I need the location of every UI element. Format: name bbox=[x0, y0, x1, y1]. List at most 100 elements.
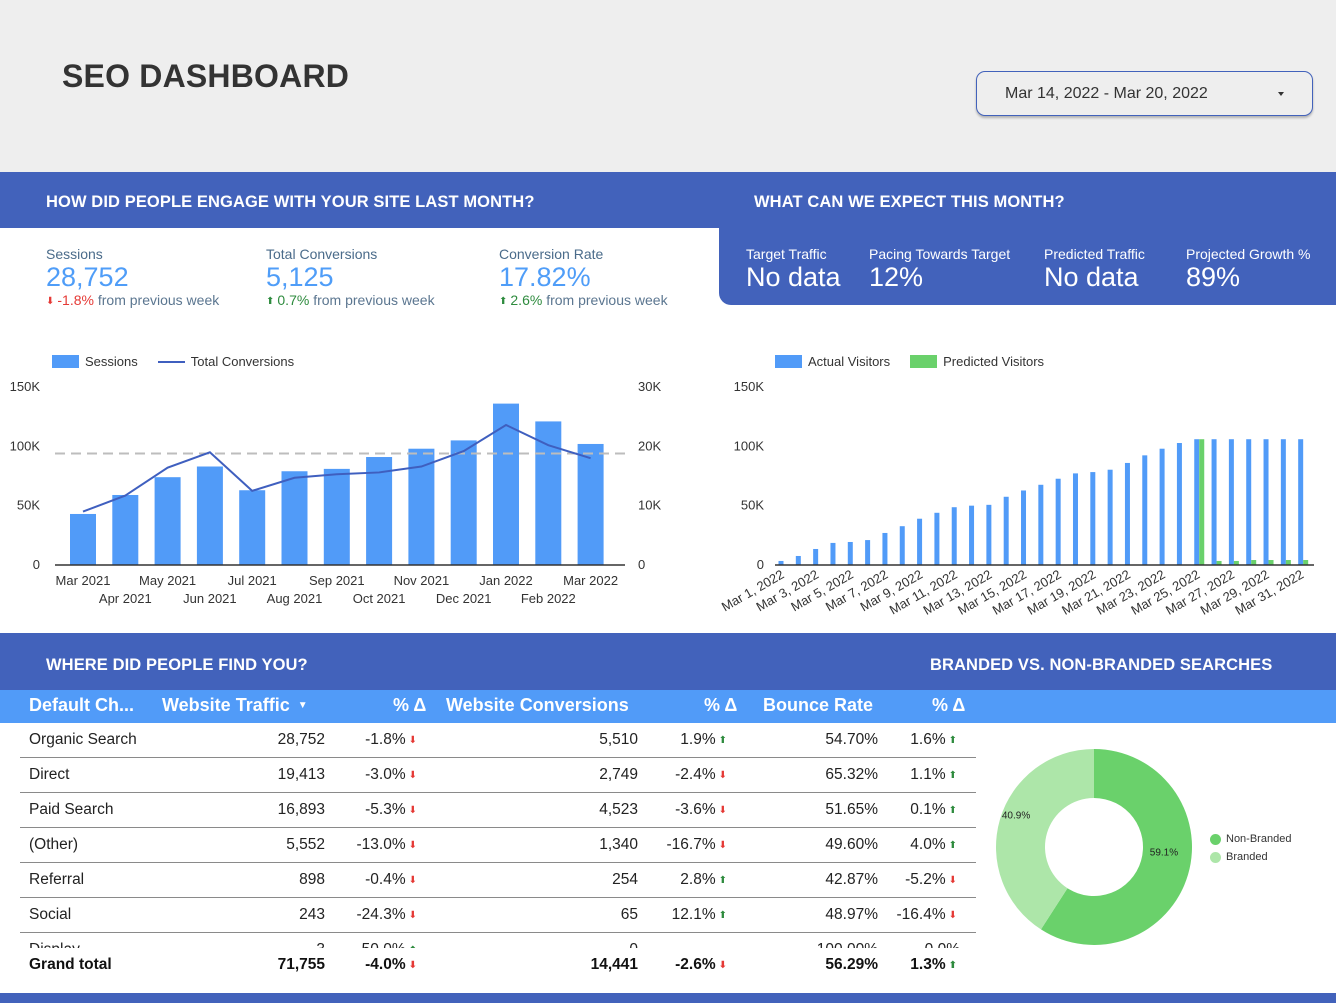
actual-visitors-bar[interactable] bbox=[917, 518, 923, 565]
kpi-target-traffic: Target Traffic No data bbox=[746, 246, 841, 292]
actual-visitors-bar[interactable] bbox=[1211, 439, 1217, 565]
actual-visitors-bar[interactable] bbox=[865, 540, 871, 565]
legend-item-branded[interactable]: Branded bbox=[1210, 848, 1291, 866]
sessions-bar[interactable] bbox=[281, 471, 308, 565]
sessions-bar[interactable] bbox=[493, 403, 519, 565]
y-tick-label: 50K bbox=[741, 498, 764, 513]
column-header-website-conversions[interactable]: Website Conversions bbox=[446, 695, 629, 716]
kpi-delta: ⬇ -1.8% from previous week bbox=[46, 292, 220, 308]
actual-visitors-bar[interactable] bbox=[813, 548, 819, 565]
actual-visitors-bar[interactable] bbox=[951, 507, 957, 565]
predicted-visitors-bar[interactable] bbox=[1199, 439, 1205, 565]
engage-section-title: HOW DID PEOPLE ENGAGE WITH YOUR SITE LAS… bbox=[46, 193, 535, 211]
engage-section-header: HOW DID PEOPLE ENGAGE WITH YOUR SITE LAS… bbox=[0, 172, 1336, 228]
sessions-bar[interactable] bbox=[196, 466, 223, 565]
actual-visitors-bar[interactable] bbox=[1107, 469, 1113, 565]
cell-bounce: 65.32% bbox=[825, 766, 878, 783]
arrow-down-icon: ⬇ bbox=[46, 296, 55, 307]
table-row[interactable]: (Other) 5,552 -13.0% ⬇ 1,340 -16.7% ⬇ 49.60% 4.0… bbox=[20, 828, 976, 863]
arrow-up-icon: ⬆ bbox=[718, 875, 727, 886]
legend-item-sessions[interactable]: Sessions bbox=[52, 354, 138, 369]
cell-traffic: 3 bbox=[185, 941, 325, 948]
sessions-bar[interactable] bbox=[450, 440, 477, 565]
arrow-down-icon: ⬇ bbox=[408, 770, 417, 781]
table-row[interactable]: Paid Search 16,893 -5.3% ⬇ 4,523 -3.6% ⬇ 51.65%… bbox=[20, 793, 976, 828]
sessions-bar[interactable] bbox=[577, 443, 604, 565]
actual-visitors-bar[interactable] bbox=[1021, 490, 1027, 565]
actual-visitors-bar[interactable] bbox=[1246, 439, 1252, 565]
cell-bounce-delta: 1.1% ⬆ bbox=[910, 766, 957, 783]
actual-visitors-bar[interactable] bbox=[934, 512, 940, 565]
actual-visitors-bar[interactable] bbox=[1072, 473, 1078, 565]
cell-channel: (Other) bbox=[29, 836, 79, 853]
actual-visitors-bar[interactable] bbox=[899, 526, 905, 565]
cell-traffic-delta: -1.8% ⬇ bbox=[365, 731, 417, 748]
column-header-bounce-delta[interactable]: % Δ bbox=[932, 695, 965, 716]
table-row[interactable]: Organic Search 28,752 -1.8% ⬇ 5,510 1.9% ⬆ 54.7… bbox=[20, 723, 976, 758]
actual-visitors-bar[interactable] bbox=[1176, 443, 1182, 565]
y-tick-label: 100K bbox=[734, 438, 765, 453]
column-header-traffic-delta[interactable]: % Δ bbox=[393, 695, 426, 716]
table-row[interactable]: Referral 898 -0.4% ⬇ 254 2.8% ⬆ 42.87% -5.2% ⬇ bbox=[20, 863, 976, 898]
actual-visitors-bar[interactable] bbox=[1194, 439, 1200, 565]
cell-conv: 1,340 bbox=[599, 836, 638, 853]
actual-visitors-bar[interactable] bbox=[830, 542, 836, 565]
sessions-bar[interactable] bbox=[154, 477, 181, 565]
sessions-bar[interactable] bbox=[70, 513, 96, 565]
legend-item-predicted-visitors[interactable]: Predicted Visitors bbox=[910, 354, 1044, 369]
donut-slice-label: 59.1% bbox=[1150, 848, 1178, 859]
cell-bounce-delta: 4.0% ⬆ bbox=[910, 836, 957, 853]
table-row[interactable]: Social 243 -24.3% ⬇ 65 12.1% ⬆ 48.97% -16.4% ⬇ bbox=[20, 898, 976, 933]
actual-visitors-bar[interactable] bbox=[1003, 496, 1009, 565]
cell-traffic: 28,752 bbox=[277, 731, 325, 748]
legend-item-total-conversions[interactable]: Total Conversions bbox=[157, 354, 294, 369]
table-header: Default Ch... Website Traffic ▼ % Δ Websi… bbox=[0, 690, 1336, 723]
actual-visitors-bar[interactable] bbox=[882, 532, 888, 565]
actual-visitors-bar[interactable] bbox=[1055, 478, 1061, 565]
channel-table-body[interactable]: Organic Search 28,752 -1.8% ⬇ 5,510 1.9% ⬆ 54.7… bbox=[20, 723, 976, 948]
actual-visitors-bar[interactable] bbox=[1124, 462, 1130, 565]
kpi-label: Projected Growth % bbox=[1186, 246, 1311, 262]
actual-visitors-bar[interactable] bbox=[1228, 439, 1234, 565]
cell-conv-delta: 12.1% ⬆ bbox=[671, 906, 727, 923]
actual-visitors-bar[interactable] bbox=[847, 541, 853, 565]
column-header-bounce-rate[interactable]: Bounce Rate bbox=[763, 695, 873, 716]
kpi-label: Target Traffic bbox=[746, 246, 827, 262]
actual-visitors-bar[interactable] bbox=[795, 555, 801, 565]
x-tick-label: Feb 2022 bbox=[521, 591, 576, 606]
column-header-conversions-delta[interactable]: % Δ bbox=[704, 695, 737, 716]
legend-item-non-branded[interactable]: Non-Branded bbox=[1210, 830, 1291, 848]
cell-bounce: 42.87% bbox=[825, 871, 878, 888]
arrow-up-icon: ⬆ bbox=[266, 296, 275, 307]
actual-visitors-bar[interactable] bbox=[1142, 455, 1148, 565]
y-right-tick-label: 10K bbox=[638, 498, 661, 513]
actual-visitors-bar[interactable] bbox=[1280, 439, 1286, 565]
table-row[interactable]: Display3 50.0%⬆ 0 100.00% 0.0% bbox=[20, 933, 976, 948]
y-tick-label: 0 bbox=[757, 557, 764, 572]
x-tick-label: Jan 2022 bbox=[479, 573, 533, 588]
kpi-label: Sessions bbox=[46, 246, 103, 262]
date-range-picker[interactable]: Mar 14, 2022 - Mar 20, 2022 bbox=[976, 71, 1313, 116]
column-header-channel[interactable]: Default Ch... bbox=[29, 695, 134, 716]
table-row[interactable]: Direct 19,413 -3.0% ⬇ 2,749 -2.4% ⬇ 65.32% 1.1% ⬆ bbox=[20, 758, 976, 793]
actual-visitors-bar[interactable] bbox=[1090, 472, 1096, 565]
sessions-bar[interactable] bbox=[323, 468, 350, 565]
x-tick-label: Oct 2021 bbox=[353, 591, 406, 606]
column-header-website-traffic[interactable]: Website Traffic ▼ bbox=[162, 695, 308, 716]
cell-conv: 4,523 bbox=[599, 801, 638, 818]
actual-visitors-bar[interactable] bbox=[1038, 484, 1044, 565]
sessions-bar[interactable] bbox=[535, 421, 562, 565]
sessions-bar[interactable] bbox=[239, 490, 266, 565]
sort-desc-icon: ▼ bbox=[297, 700, 308, 711]
sessions-bar[interactable] bbox=[112, 494, 139, 565]
actual-visitors-bar[interactable] bbox=[986, 504, 992, 565]
cell-traffic: 19,413 bbox=[277, 766, 325, 783]
actual-visitors-bar[interactable] bbox=[1298, 439, 1304, 565]
legend-item-actual-visitors[interactable]: Actual Visitors bbox=[775, 354, 890, 369]
actual-visitors-bar[interactable] bbox=[1263, 439, 1269, 565]
actual-visitors-bar[interactable] bbox=[1159, 448, 1165, 565]
actual-visitors-bar[interactable] bbox=[969, 505, 975, 565]
cell-traffic: 5,552 bbox=[286, 836, 325, 853]
cell-traffic-delta: -0.4% ⬇ bbox=[365, 871, 417, 888]
arrow-down-icon: ⬇ bbox=[408, 735, 417, 746]
